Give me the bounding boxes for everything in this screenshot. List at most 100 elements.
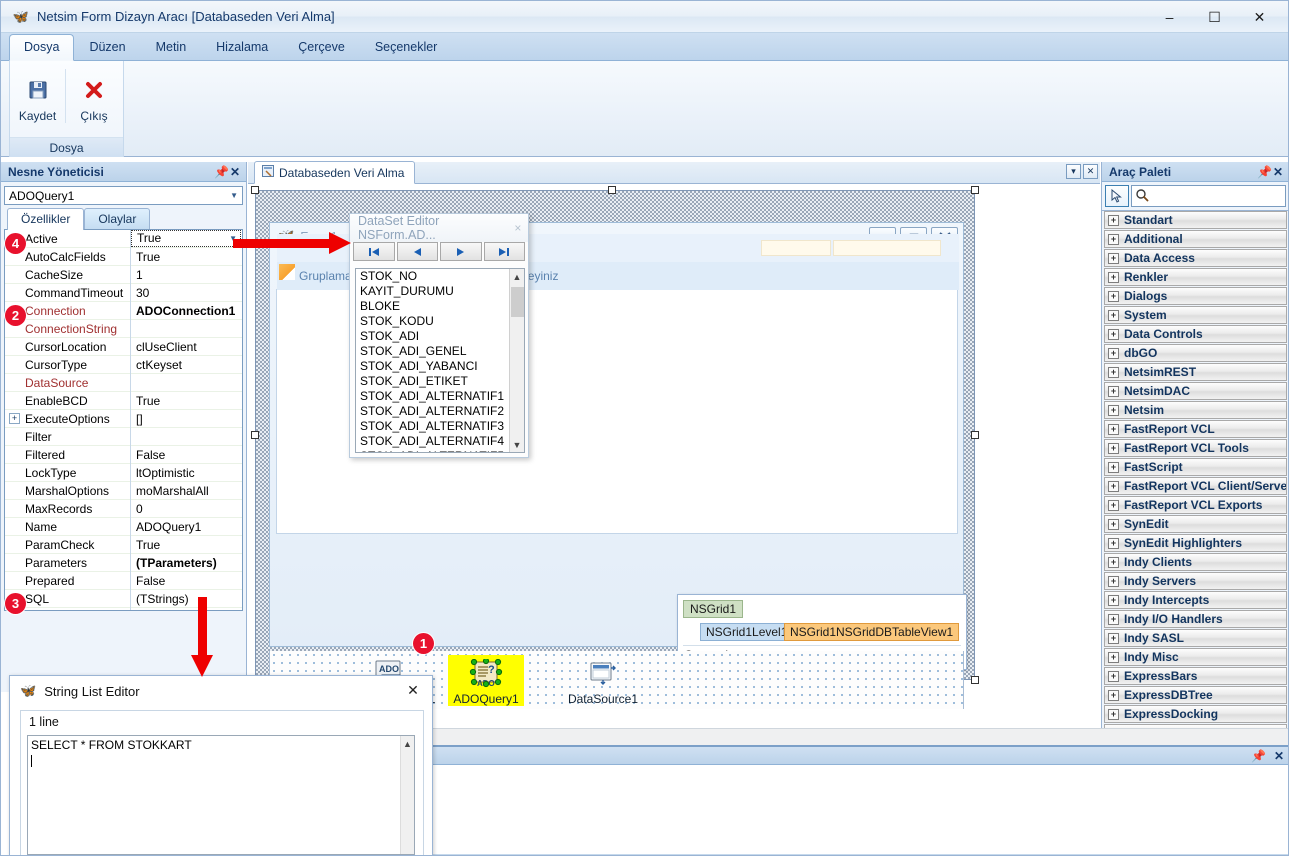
ribbon-tab-duzen[interactable]: Düzen (74, 34, 140, 60)
property-value[interactable]: moMarshalAll (131, 482, 242, 500)
palette-category-netsimrest[interactable]: + NetsimREST (1104, 363, 1287, 381)
memo-scrollbar[interactable]: ▲ (400, 736, 414, 854)
ribbon-tab-secenekler[interactable]: Seçenekler (360, 34, 453, 60)
next-record-button[interactable] (440, 242, 482, 261)
property-value[interactable]: ADOConnection1 (131, 302, 242, 320)
expand-icon[interactable]: + (1108, 499, 1119, 511)
dataset-field-item[interactable]: STOK_ADI_ALTERNATIF2 (356, 404, 524, 419)
palette-category-renkler[interactable]: + Renkler (1104, 268, 1287, 286)
ribbon-tab-dosya[interactable]: Dosya (9, 34, 75, 61)
palette-category-fastscript[interactable]: + FastScript (1104, 458, 1287, 476)
property-value[interactable]: 0 (131, 500, 242, 518)
expand-icon[interactable]: + (1108, 214, 1119, 226)
exit-button[interactable]: Çıkış (66, 69, 122, 123)
close-icon[interactable]: ✕ (1083, 164, 1098, 179)
palette-category-fastreport-vcl-exports[interactable]: + FastReport VCL Exports (1104, 496, 1287, 514)
expand-icon[interactable]: + (1108, 233, 1119, 245)
dataset-list-scrollbar[interactable]: ▲ ▼ (509, 269, 524, 452)
nsgrid-view-node[interactable]: NSGrid1NSGridDBTableView1 (784, 623, 960, 641)
minimize-button[interactable]: – (1147, 2, 1192, 32)
property-value[interactable]: clUseClient (131, 338, 242, 356)
expand-icon[interactable]: + (1108, 480, 1119, 492)
property-row[interactable]: Prepared False (5, 571, 242, 590)
ribbon-tab-cerceve[interactable]: Çerçeve (283, 34, 360, 60)
expand-icon[interactable]: + (1108, 556, 1119, 568)
scroll-up-icon[interactable]: ▲ (510, 269, 524, 284)
palette-category-indy-sasl[interactable]: + Indy SASL (1104, 629, 1287, 647)
expand-icon[interactable]: + (1108, 708, 1119, 720)
property-value[interactable]: [] (131, 410, 242, 428)
nsgrid-root-node[interactable]: NSGrid1 (683, 600, 744, 618)
close-icon[interactable]: × (508, 221, 528, 235)
property-value[interactable]: False (131, 446, 242, 464)
dataset-field-item[interactable]: STOK_ADI_ALTERNATIF4 (356, 434, 524, 449)
expand-icon[interactable]: + (1108, 347, 1119, 359)
expand-icon[interactable]: + (1108, 309, 1119, 321)
expand-icon[interactable]: + (1108, 670, 1119, 682)
expand-icon[interactable]: + (1108, 328, 1119, 340)
property-row[interactable]: LockType ltOptimistic (5, 463, 242, 482)
dataset-field-item[interactable]: STOK_ADI (356, 329, 524, 344)
scrollbar-thumb[interactable] (511, 287, 524, 317)
property-row[interactable]: CacheSize 1 (5, 265, 242, 284)
dataset-field-item[interactable]: STOK_ADI_GENEL (356, 344, 524, 359)
bottom-panel-body[interactable] (422, 765, 1288, 855)
maximize-button[interactable]: ☐ (1192, 2, 1237, 32)
dataset-editor-dialog[interactable]: DataSet Editor NSForm.AD... × STOK_NO KAY… (349, 213, 529, 458)
expand-icon[interactable]: + (1108, 366, 1119, 378)
resize-handle-mr[interactable] (971, 431, 979, 439)
design-grid-header-cell-1[interactable] (761, 240, 831, 256)
scroll-down-icon[interactable]: ▼ (510, 437, 524, 452)
palette-category-fastreport-vcl[interactable]: + FastReport VCL (1104, 420, 1287, 438)
property-row[interactable]: MarshalOptions moMarshalAll (5, 481, 242, 500)
palette-category-expressdbtree[interactable]: + ExpressDBTree (1104, 686, 1287, 704)
palette-category-indy-i-o-handlers[interactable]: + Indy I/O Handlers (1104, 610, 1287, 628)
property-row[interactable]: ParamCheck True (5, 535, 242, 554)
scroll-up-icon[interactable]: ▲ (401, 736, 414, 751)
palette-category-indy-clients[interactable]: + Indy Clients (1104, 553, 1287, 571)
ribbon-tab-hizalama[interactable]: Hizalama (201, 34, 283, 60)
property-value[interactable]: True (131, 392, 242, 410)
property-row[interactable]: ActiveTrue▼ (5, 230, 242, 248)
palette-category-netsimdac[interactable]: + NetsimDAC (1104, 382, 1287, 400)
palette-category-dialogs[interactable]: + Dialogs (1104, 287, 1287, 305)
property-row[interactable]: Filter (5, 427, 242, 446)
dataset-field-item[interactable]: STOK_ADI_YABANCI (356, 359, 524, 374)
expand-icon[interactable]: + (1108, 252, 1119, 264)
palette-category-additional[interactable]: + Additional (1104, 230, 1287, 248)
chevron-down-icon[interactable]: ▾ (1066, 164, 1081, 179)
palette-category-synedit-highlighters[interactable]: + SynEdit Highlighters (1104, 534, 1287, 552)
close-icon[interactable]: ✕ (1274, 749, 1284, 763)
string-list-editor-dialog[interactable]: 🦋 String List Editor ✕ 1 line SELECT * F… (9, 675, 433, 855)
resize-handle-tr[interactable] (971, 186, 979, 194)
expand-icon[interactable]: + (1108, 613, 1119, 625)
first-record-button[interactable] (353, 242, 395, 261)
palette-category-indy-misc[interactable]: + Indy Misc (1104, 648, 1287, 666)
property-value[interactable]: (TParameters) (131, 554, 242, 572)
dataset-field-item[interactable]: STOK_ADI_ALTERNATIF1 (356, 389, 524, 404)
property-value[interactable]: 0 (131, 608, 242, 611)
dataset-field-item[interactable]: STOK_ADI_ETIKET (356, 374, 524, 389)
expand-icon[interactable]: + (1108, 290, 1119, 302)
property-value[interactable]: 1 (131, 266, 242, 284)
palette-category-data-controls[interactable]: + Data Controls (1104, 325, 1287, 343)
design-grid-header-cell-2[interactable] (833, 240, 941, 256)
nsgrid-level-node[interactable]: NSGrid1Level1 (700, 623, 794, 641)
expand-icon[interactable]: + (1108, 594, 1119, 606)
property-row[interactable]: DataSource (5, 373, 242, 392)
expand-icon[interactable]: + (1108, 651, 1119, 663)
property-grid[interactable]: ActiveTrue▼AutoCalcFieldsTrueCacheSize1C… (4, 229, 243, 611)
tab-ozellikler[interactable]: Özellikler (7, 208, 85, 230)
dataset-field-item[interactable]: BLOKE (356, 299, 524, 314)
property-row[interactable]: EnableBCD True (5, 391, 242, 410)
expand-icon[interactable]: + (1108, 423, 1119, 435)
expand-icon[interactable]: + (1108, 461, 1119, 473)
property-row[interactable]: ConnectionString (5, 319, 242, 338)
expand-icon[interactable]: + (1108, 442, 1119, 454)
palette-category-indy-servers[interactable]: + Indy Servers (1104, 572, 1287, 590)
resize-handle-br[interactable] (971, 676, 979, 684)
prev-record-button[interactable] (396, 242, 438, 261)
last-record-button[interactable] (483, 242, 525, 261)
close-icon[interactable]: ✕ (1271, 165, 1285, 179)
property-row[interactable]: CommandTimeout 30 (5, 283, 242, 302)
